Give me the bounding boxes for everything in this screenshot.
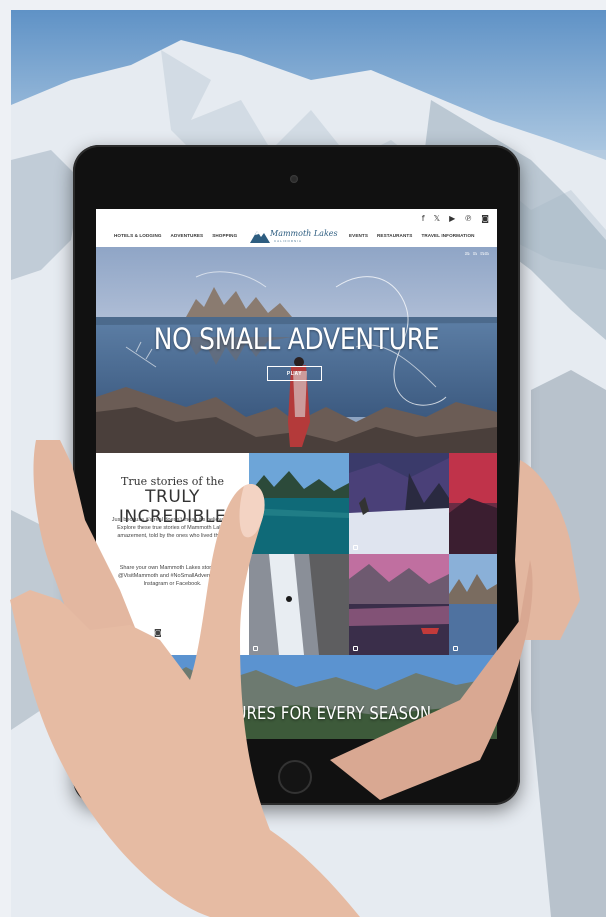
nav-restaurants[interactable]: RESTAURANTS	[377, 233, 412, 238]
main-nav-left: HOTELS & LODGING ADVENTURES SHOPPING	[114, 233, 237, 238]
home-button[interactable]	[278, 760, 312, 794]
nav-events[interactable]: EVENTS	[349, 233, 368, 238]
facebook-icon[interactable]: f	[422, 215, 425, 223]
instagram-icon[interactable]: ◙	[154, 628, 162, 637]
tablet-screen: f 𝕏 ▶ ℗ ◙ HOTELS & LODGING ADVENTURES SH…	[96, 209, 497, 739]
instagram-badge-icon	[453, 646, 458, 651]
stories-intro-card: True stories of the TRULY INCREDIBLE Jus…	[96, 453, 249, 655]
hero-corner-text: ಡಾ ಠಾ ಠಾಠಾ	[464, 251, 489, 257]
seasons-banner[interactable]: ADVENTURES FOR EVERY SEASON	[96, 655, 497, 739]
photo-tile-night-snow[interactable]	[349, 453, 449, 554]
mountain-range-image	[96, 655, 497, 739]
nav-hotels-lodging[interactable]: HOTELS & LODGING	[114, 233, 162, 238]
instagram-icon[interactable]: ◙	[481, 215, 489, 223]
logo-subtitle: CALIFORNIA	[274, 239, 303, 243]
hero-headline: NO SMALL ADVENTURE	[153, 322, 440, 356]
stories-body: Just because it's real doesn't mean it's…	[111, 517, 234, 539]
hero-video[interactable]: ಡಾ ಠಾ ಠಾಠಾ NO SMALL ADVENTURE PLAY	[96, 247, 497, 453]
photo-tile-ice-climb[interactable]	[249, 554, 349, 655]
instagram-badge-icon	[353, 545, 358, 550]
mountain-logo-icon	[250, 231, 270, 243]
front-camera	[290, 175, 298, 183]
night-snow-photo	[349, 453, 449, 554]
instagram-badge-icon	[353, 646, 358, 651]
nav-travel-information[interactable]: TRAVEL INFORMATION	[421, 233, 474, 238]
main-nav-right: EVENTS RESTAURANTS TRAVEL INFORMATION	[349, 233, 475, 238]
tufa-photo	[449, 554, 497, 655]
pinterest-icon[interactable]: ℗	[464, 215, 472, 223]
sunset-photo	[449, 453, 497, 554]
seasons-headline: ADVENTURES FOR EVERY SEASON	[174, 703, 432, 724]
stories-section: True stories of the TRULY INCREDIBLE Jus…	[96, 453, 497, 655]
site-header: f 𝕏 ▶ ℗ ◙ HOTELS & LODGING ADVENTURES SH…	[96, 209, 497, 247]
instagram-badge-icon	[253, 646, 258, 651]
ice-climb-photo	[249, 554, 349, 655]
nav-shopping[interactable]: SHOPPING	[212, 233, 237, 238]
youtube-icon[interactable]: ▶	[449, 215, 455, 223]
site-logo[interactable]: Mammoth Lakes CALIFORNIA	[250, 226, 342, 246]
twitter-icon[interactable]: 𝕏	[434, 215, 440, 223]
nav-adventures[interactable]: ADVENTURES	[171, 233, 204, 238]
tablet-device: f 𝕏 ▶ ℗ ◙ HOTELS & LODGING ADVENTURES SH…	[73, 145, 520, 805]
lake-dusk-photo	[349, 554, 449, 655]
social-links: f 𝕏 ▶ ℗ ◙	[422, 215, 489, 223]
photo-tile-tufa[interactable]	[449, 554, 497, 655]
play-button[interactable]: PLAY	[267, 366, 322, 381]
photo-tile-lake-dusk[interactable]	[349, 554, 449, 655]
photo-tile-lake[interactable]	[249, 453, 349, 554]
stories-share-text: Share your own Mammoth Lakes story. Tag …	[117, 565, 228, 587]
photo-tile-sunset[interactable]	[449, 453, 497, 554]
lake-photo	[249, 453, 349, 554]
logo-wordmark: Mammoth Lakes	[270, 229, 338, 238]
